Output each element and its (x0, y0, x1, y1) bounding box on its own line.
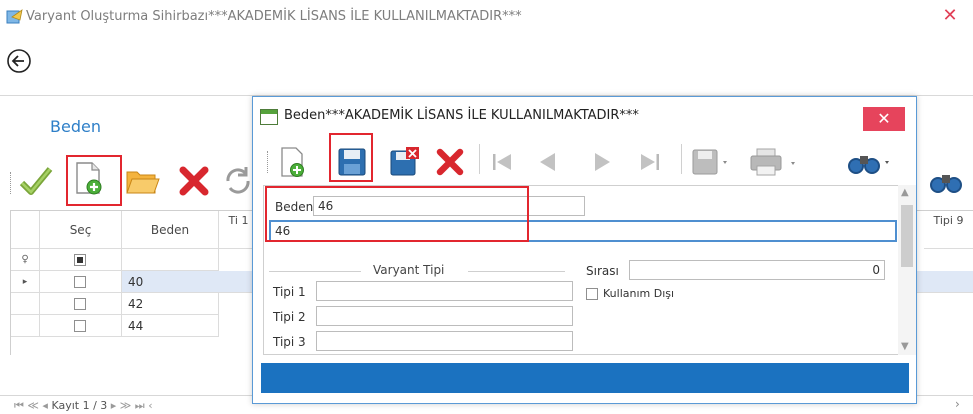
toolbar-grip[interactable] (10, 172, 13, 194)
prev-record-icon[interactable] (531, 145, 565, 179)
new-button-highlight (66, 155, 122, 206)
scroll-right-icon[interactable]: › (955, 397, 960, 411)
window-title: Varyant Oluşturma Sihirbazı***AKADEMİK L… (26, 9, 522, 24)
next-record-icon[interactable] (585, 145, 619, 179)
group-border (468, 271, 565, 272)
filter-row-icon: ♀ (11, 249, 40, 271)
not-used-checkbox[interactable] (586, 288, 598, 300)
order-input[interactable]: 0 (629, 260, 885, 280)
row-2-sec[interactable] (40, 293, 122, 315)
grid-header-tipi-9[interactable]: Tipi 9 (924, 211, 973, 249)
tipi-3-label: Tipi 3 (273, 335, 306, 349)
row-2-checkbox[interactable] (74, 298, 86, 310)
row-3-sec[interactable] (40, 315, 122, 337)
toolbar-separator (479, 144, 480, 174)
beden-dialog: Beden***AKADEMİK LİSANS İLE KULLANILMAKT… (252, 96, 917, 404)
filter-cell-beden[interactable] (122, 249, 219, 271)
last-record-icon[interactable] (633, 145, 667, 179)
delete-x-icon[interactable] (176, 163, 212, 199)
printer-icon[interactable] (747, 145, 807, 179)
save-button-highlight (329, 133, 373, 182)
nav-first-prev[interactable]: ⏮ ≪ ◂ (14, 399, 48, 412)
tipi-2-input[interactable] (316, 306, 573, 326)
grid-header-sec[interactable]: Seç (40, 211, 122, 249)
row-3-beden[interactable]: 44 (122, 315, 219, 337)
beden-fields-highlight (265, 186, 529, 242)
filter-checkbox[interactable] (74, 254, 86, 266)
dialog-toolbar-grip[interactable] (267, 151, 270, 173)
open-folder-icon[interactable] (124, 163, 160, 199)
new-document-icon[interactable] (275, 145, 309, 179)
dialog-window-icon (260, 109, 278, 125)
dialog-status-bar (261, 363, 909, 393)
row-2-beden[interactable]: 42 (122, 293, 219, 315)
grid-header-beden[interactable]: Beden (122, 211, 219, 249)
row-1-checkbox[interactable] (74, 276, 86, 288)
group-border (269, 271, 361, 272)
toolbar-separator (681, 144, 682, 174)
row-3-indicator (11, 315, 40, 337)
app-icon (6, 9, 23, 24)
dialog-title: Beden***AKADEMİK LİSANS İLE KULLANILMAKT… (284, 108, 639, 123)
delete-x-icon[interactable] (433, 145, 467, 179)
check-icon[interactable] (18, 163, 54, 199)
row-1-sec[interactable] (40, 271, 122, 293)
grid-indicator-header (11, 211, 40, 249)
not-used-label: Kullanım Dışı (603, 287, 675, 300)
row-indicator: ▸ (11, 271, 40, 293)
save-as-icon[interactable] (689, 145, 733, 179)
back-arrow-icon[interactable] (6, 48, 32, 74)
scroll-up-icon[interactable]: ▲ (901, 187, 909, 198)
filter-cell-sec[interactable] (40, 249, 122, 271)
row-3-checkbox[interactable] (74, 320, 86, 332)
main-close-button[interactable]: ✕ (933, 4, 967, 28)
scrollbar-thumb[interactable] (901, 205, 913, 267)
tipi-1-label: Tipi 1 (273, 285, 306, 299)
tipi-3-input[interactable] (316, 331, 573, 351)
record-counter: Kayıt 1 / 3 (51, 399, 108, 412)
binoculars-icon[interactable] (928, 163, 964, 199)
tipi-1-input[interactable] (316, 281, 573, 301)
tipi-4-label: Tipi 4 (273, 354, 306, 355)
tab-beden[interactable]: Beden (50, 117, 101, 136)
variant-type-group-title: Varyant Tipi (373, 263, 445, 277)
binoculars-icon[interactable] (845, 145, 893, 179)
nav-next-last[interactable]: ▸ ≫ ⏭ ‹ (111, 399, 153, 412)
first-record-icon[interactable] (485, 145, 519, 179)
save-delete-icon[interactable] (387, 145, 421, 179)
order-label: Sırası (586, 264, 619, 278)
tipi-2-label: Tipi 2 (273, 310, 306, 324)
scroll-down-icon[interactable]: ▼ (901, 341, 909, 352)
record-navigator[interactable]: ⏮ ≪ ◂ Kayıt 1 / 3 ▸ ≫ ⏭ ‹ (14, 399, 153, 413)
main-title-bar: Varyant Oluşturma Sihirbazı***AKADEMİK L… (0, 0, 973, 34)
dialog-close-button[interactable]: ✕ (863, 107, 905, 131)
refresh-icon[interactable] (220, 163, 256, 199)
row-2-indicator (11, 293, 40, 315)
